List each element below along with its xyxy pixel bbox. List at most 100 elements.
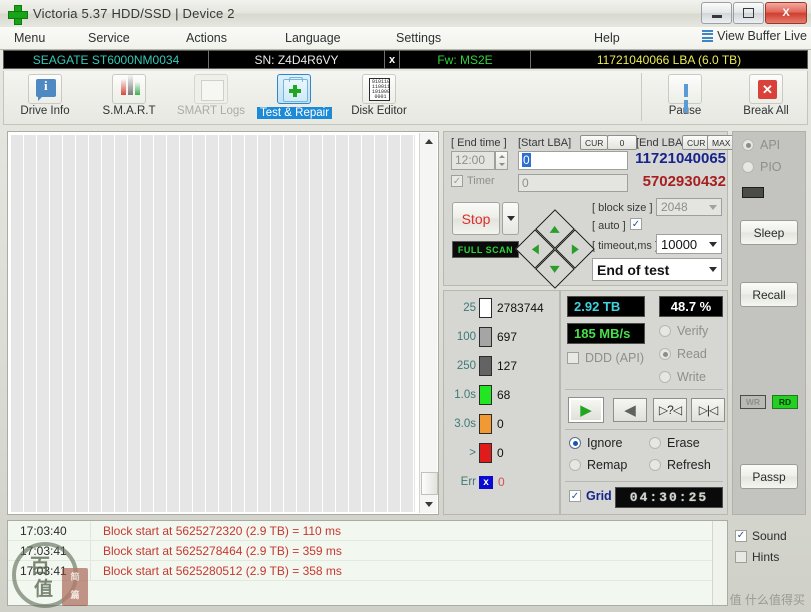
ddd-api-label: DDD (API) <box>585 351 645 365</box>
scan-stats-panel: 2.92 TB 48.7 % 185 MB/s Verify Read Writ… <box>560 290 728 515</box>
stop-dropdown-button[interactable] <box>502 202 519 235</box>
api-radio[interactable] <box>742 139 754 151</box>
toolbar-disk-editor[interactable]: 010110 110011 101000 0001 Disk Editor <box>342 74 416 117</box>
action-erase-radio[interactable] <box>649 437 661 449</box>
mode-read-label: Read <box>677 347 707 361</box>
ddd-api-row[interactable]: DDD (API) <box>567 351 644 365</box>
legend-row: 1.0s 68 <box>444 382 561 408</box>
stop-button[interactable]: Stop <box>452 202 500 235</box>
sound-checkbox-row[interactable]: ✓ Sound <box>735 525 807 546</box>
menu-item-service[interactable]: Service <box>88 31 130 45</box>
mode-write-row[interactable]: Write <box>659 370 706 384</box>
toolbar-smart[interactable]: S.M.A.R.T <box>92 74 166 117</box>
scrollbar-up-button[interactable] <box>421 134 436 149</box>
random-seek-button[interactable]: ▷?◁ <box>653 398 687 422</box>
pio-radio-row[interactable]: PIO <box>742 160 782 174</box>
hints-checkbox-row[interactable]: Hints <box>735 546 807 567</box>
sound-checkbox[interactable]: ✓ <box>735 529 747 542</box>
hints-label: Hints <box>752 549 780 564</box>
minimize-button[interactable] <box>701 2 732 24</box>
mode-read-radio[interactable] <box>659 348 671 360</box>
start-lba-cur-button[interactable]: CUR <box>580 135 609 150</box>
log-scrollbar[interactable] <box>712 521 727 605</box>
mode-write-radio[interactable] <box>659 371 671 383</box>
device-x-marker[interactable]: x <box>385 51 399 68</box>
action-erase-label: Erase <box>667 436 700 450</box>
play-reverse-button[interactable]: ◀ <box>613 398 647 422</box>
log-time: 17:03:40 <box>20 523 67 538</box>
divider <box>565 429 723 430</box>
end-time-input[interactable]: 12:00 <box>451 151 495 170</box>
mode-verify-label: Verify <box>677 324 709 338</box>
start-lba-input[interactable]: 0 <box>518 151 628 170</box>
timer-checkbox[interactable]: ✓ <box>451 175 463 187</box>
pio-radio[interactable] <box>742 161 754 173</box>
log-row: 17:03:40 Block start at 5625272320 (2.9 … <box>8 521 727 541</box>
scrollbar-down-button[interactable] <box>421 497 436 512</box>
legend-value: 0 <box>497 417 504 431</box>
menu-item-help[interactable]: Help <box>594 31 620 45</box>
grid-checkbox[interactable]: ✓ <box>569 490 581 502</box>
random-seek-icon: ▷?◁ <box>658 403 682 417</box>
recall-button[interactable]: Recall <box>740 282 798 307</box>
passport-button[interactable]: Passp <box>740 464 798 489</box>
view-buffer-live-button[interactable]: View Buffer Live <box>702 29 807 43</box>
timer-input[interactable]: 0 <box>518 174 628 192</box>
end-time-spinner[interactable] <box>495 151 508 170</box>
api-label: API <box>760 138 781 152</box>
block-size-label: [ block size ] <box>592 202 653 214</box>
toolbar-smart-logs[interactable]: SMART Logs <box>174 74 248 117</box>
toolbar-break-all[interactable]: ✕ Break All <box>729 74 803 117</box>
timer-label: Timer <box>467 175 495 187</box>
mode-verify-row[interactable]: Verify <box>659 324 708 338</box>
log-panel[interactable]: 17:03:40 Block start at 5625272320 (2.9 … <box>7 520 728 606</box>
mode-verify-radio[interactable] <box>659 325 671 337</box>
scrollbar-thumb[interactable] <box>421 472 438 495</box>
action-erase-row[interactable]: Erase <box>649 436 700 450</box>
block-size-value: 2048 <box>661 200 688 214</box>
scan-map-scrollbar[interactable] <box>419 133 438 513</box>
butterfly-seek-button[interactable]: ▷|◁ <box>691 398 725 422</box>
play-forward-button[interactable]: ▶ <box>568 397 604 423</box>
close-button[interactable]: X <box>765 2 807 24</box>
grid-checkbox-row[interactable]: ✓ Grid <box>569 489 612 503</box>
scan-map-panel[interactable] <box>7 131 439 515</box>
log-time: 17:03:41 <box>20 563 67 578</box>
api-radio-row[interactable]: API <box>742 138 780 152</box>
legend-swatch <box>479 443 492 463</box>
start-lba-zero-button[interactable]: 0 <box>607 135 637 150</box>
action-ignore-radio[interactable] <box>569 437 581 449</box>
play-forward-icon: ▶ <box>580 402 592 419</box>
auto-checkbox[interactable]: ✓ <box>630 218 642 230</box>
action-ignore-row[interactable]: Ignore <box>569 436 622 450</box>
menu-item-actions[interactable]: Actions <box>186 31 227 45</box>
action-remap-radio[interactable] <box>569 459 581 471</box>
action-remap-row[interactable]: Remap <box>569 458 627 472</box>
legend-value: 0 <box>497 446 504 460</box>
legend-key: > <box>469 447 476 459</box>
device-capacity: 11721040066 LBA (6.0 TB) <box>596 52 742 67</box>
toolbar-test-repair[interactable]: Test & Repair <box>257 74 333 119</box>
toolbar-pause[interactable]: Pause <box>648 74 722 117</box>
scan-map-grid[interactable] <box>11 135 415 512</box>
hints-checkbox[interactable] <box>735 550 747 563</box>
menu-item-menu[interactable]: Menu <box>14 31 45 45</box>
action-refresh-row[interactable]: Refresh <box>649 458 711 472</box>
start-lba-label: [Start LBA] <box>518 137 572 149</box>
block-size-select[interactable]: 2048 <box>656 198 722 216</box>
legend-key: Err <box>460 476 476 488</box>
timeout-select[interactable]: 10000 <box>656 234 722 254</box>
toolbar-drive-info[interactable]: Drive Info <box>8 74 82 117</box>
ddd-api-checkbox[interactable] <box>567 352 579 364</box>
mode-write-label: Write <box>677 370 706 384</box>
sleep-button[interactable]: Sleep <box>740 220 798 245</box>
maximize-button[interactable] <box>733 2 764 24</box>
divider <box>565 481 723 482</box>
test-repair-icon <box>277 74 311 104</box>
mode-read-row[interactable]: Read <box>659 347 707 361</box>
timer-checkbox-row[interactable]: ✓ Timer <box>451 175 495 187</box>
menu-item-language[interactable]: Language <box>285 31 341 45</box>
end-of-test-select[interactable]: End of test <box>592 258 722 281</box>
action-refresh-radio[interactable] <box>649 459 661 471</box>
menu-item-settings[interactable]: Settings <box>396 31 441 45</box>
